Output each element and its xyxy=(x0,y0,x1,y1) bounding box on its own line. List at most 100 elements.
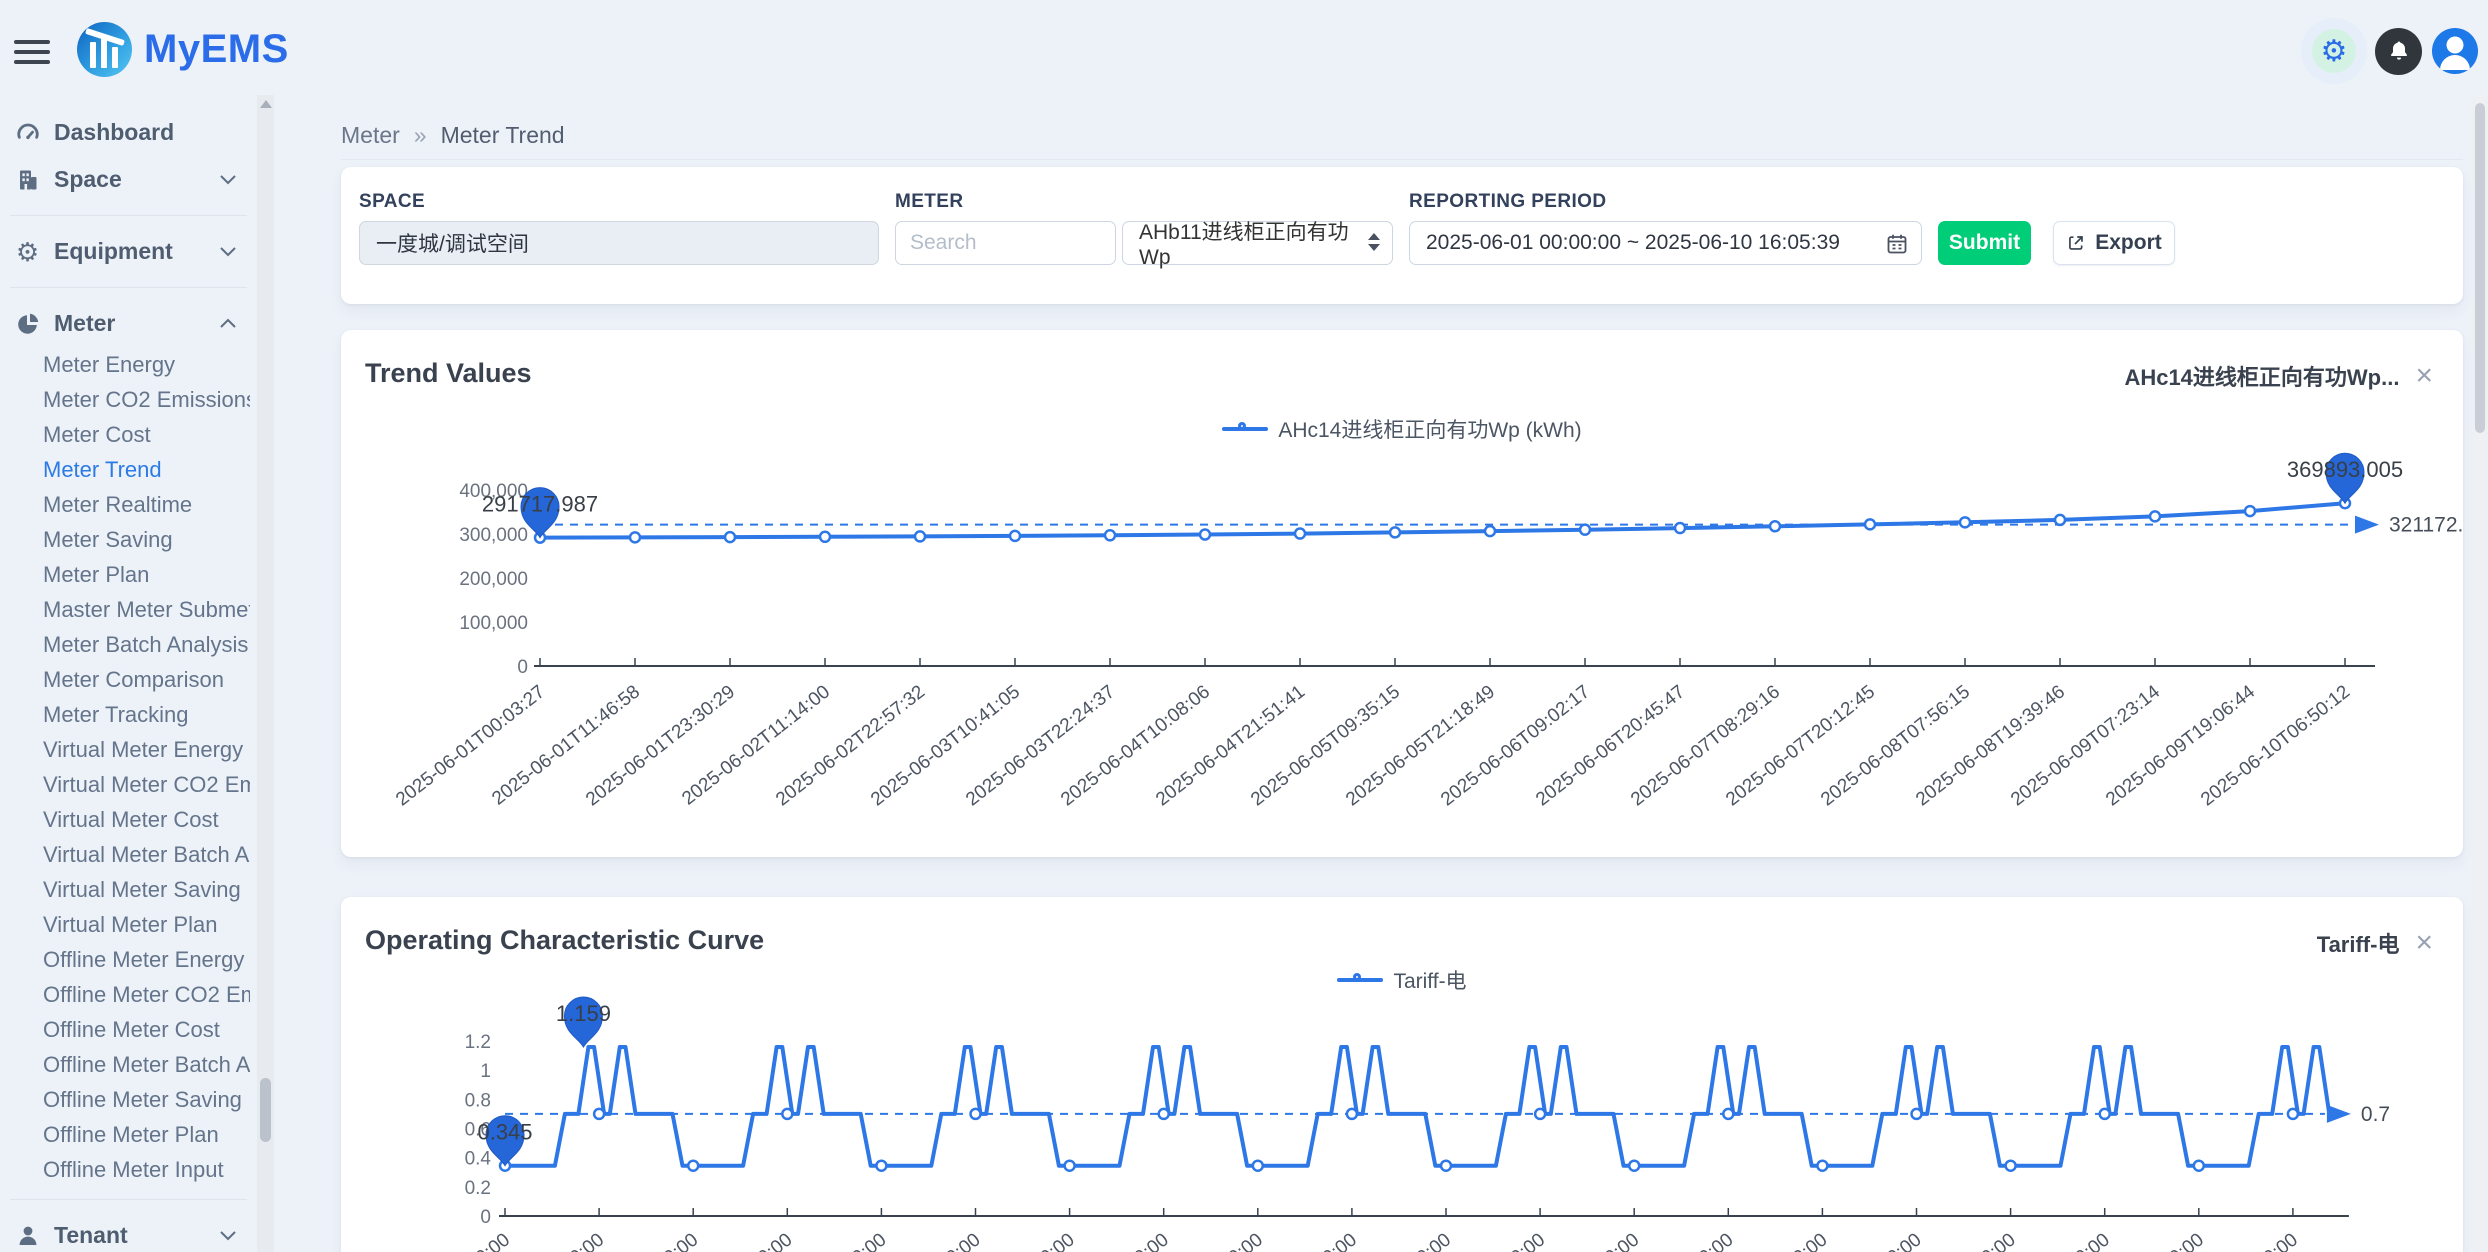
svg-text:0: 0 xyxy=(517,657,528,678)
svg-text:2025-06-01T00:00:00: 2025-06-01T00:00:00 xyxy=(357,1229,514,1252)
reporting-period-label: REPORTING PERIOD xyxy=(1409,191,1606,213)
sidebar-item-tenant[interactable]: Tenant xyxy=(0,1212,257,1252)
sidebar-subitem-meter-batch-analysis[interactable]: Meter Batch Analysis xyxy=(0,627,250,662)
sidebar-divider xyxy=(10,1199,247,1200)
svg-text:0.4: 0.4 xyxy=(465,1149,492,1170)
sidebar-subitem-virtual-meter-saving[interactable]: Virtual Meter Saving xyxy=(0,872,250,907)
svg-text:2025-06-03T12:00:00: 2025-06-03T12:00:00 xyxy=(828,1229,985,1252)
meter-label: METER xyxy=(895,191,964,213)
sidebar-subitem-virtual-meter-co2-emissions[interactable]: Virtual Meter CO2 Emissions xyxy=(0,767,250,802)
chevron-down-icon xyxy=(219,246,237,257)
submit-button[interactable]: Submit xyxy=(1938,221,2031,265)
space-label: SPACE xyxy=(359,191,425,213)
export-button[interactable]: Export xyxy=(2053,221,2175,265)
svg-text:2025-06-03T00:00:00: 2025-06-03T00:00:00 xyxy=(734,1229,891,1252)
sidebar-item-meter[interactable]: Meter xyxy=(0,300,257,347)
sidebar-subitem-offline-meter-input[interactable]: Offline Meter Input xyxy=(0,1152,250,1187)
svg-text:291717.987: 291717.987 xyxy=(482,492,598,517)
sidebar-subitem-meter-plan[interactable]: Meter Plan xyxy=(0,557,250,592)
sidebar-subitem-offline-meter-plan[interactable]: Offline Meter Plan xyxy=(0,1117,250,1152)
sidebar-item-label: Space xyxy=(54,166,122,193)
sidebar-subitem-virtual-meter-plan[interactable]: Virtual Meter Plan xyxy=(0,907,250,942)
bell-icon xyxy=(2387,39,2411,63)
svg-text:2025-06-06T00:00:00: 2025-06-06T00:00:00 xyxy=(1298,1229,1455,1252)
sidebar-item-equipment[interactable]: ⚙ Equipment xyxy=(0,228,257,275)
person-icon xyxy=(2432,28,2478,74)
hamburger-menu-icon[interactable] xyxy=(14,40,52,66)
header-actions: ⚙ xyxy=(2301,18,2478,84)
occ-card: Operating Characteristic Curve Tariff-电 … xyxy=(341,897,2463,1252)
svg-text:2025-06-07T00:00:00: 2025-06-07T00:00:00 xyxy=(1486,1229,1643,1252)
svg-text:2025-06-07T12:00:00: 2025-06-07T12:00:00 xyxy=(1580,1229,1737,1252)
sidebar-item-space[interactable]: Space xyxy=(0,156,257,203)
sidebar-subitem-virtual-meter-cost[interactable]: Virtual Meter Cost xyxy=(0,802,250,837)
meter-select-value: AHb11进线柜正向有功Wp xyxy=(1139,216,1358,270)
svg-text:2025-06-09T00:00:00: 2025-06-09T00:00:00 xyxy=(1863,1229,2020,1252)
svg-text:2025-06-06T12:00:00: 2025-06-06T12:00:00 xyxy=(1392,1229,1549,1252)
meter-search-input[interactable] xyxy=(895,221,1116,265)
myems-app: MyEMS ⚙ Dashboard Space ⚙ Equipment Meter Met… xyxy=(0,0,2488,1252)
svg-text:2025-06-05T00:00:00: 2025-06-05T00:00:00 xyxy=(1110,1229,1267,1252)
filter-panel: SPACE METER AHb11进线柜正向有功Wp REPORTING PER… xyxy=(341,167,2463,304)
sidebar-subitem-meter-realtime[interactable]: Meter Realtime xyxy=(0,487,250,522)
svg-text:0.2: 0.2 xyxy=(465,1178,491,1199)
trend-values-card: Trend Values AHc14进线柜正向有功Wp... × AHc14进线… xyxy=(341,330,2463,857)
svg-text:369893.005: 369893.005 xyxy=(2287,457,2403,482)
sidebar-item-dashboard[interactable]: Dashboard xyxy=(0,109,257,156)
svg-text:100,000: 100,000 xyxy=(459,613,528,634)
reporting-period-input[interactable]: 2025-06-01 00:00:00 ~ 2025-06-10 16:05:3… xyxy=(1409,221,1922,265)
meter-select[interactable]: AHb11进线柜正向有功Wp xyxy=(1122,221,1393,265)
trend-chart: 0100,000200,000300,000400,0002025-06-01T… xyxy=(341,330,2463,857)
svg-text:1.2: 1.2 xyxy=(465,1032,491,1053)
select-arrows-icon xyxy=(1368,233,1380,251)
sidebar-nav: Dashboard Space ⚙ Equipment Meter Meter Energ… xyxy=(0,95,274,1252)
space-input[interactable] xyxy=(359,221,879,265)
notifications-bell-icon[interactable] xyxy=(2375,28,2422,75)
chevron-down-icon xyxy=(219,174,237,185)
breadcrumb-separator: » xyxy=(414,122,427,149)
sidebar-scrollbar[interactable] xyxy=(257,95,274,1252)
brand-logo[interactable]: MyEMS xyxy=(77,22,289,77)
svg-text:0: 0 xyxy=(480,1207,491,1228)
svg-text:321172.73: 321172.73 xyxy=(2389,514,2463,537)
sidebar-subitem-offline-meter-cost[interactable]: Offline Meter Cost xyxy=(0,1012,250,1047)
sidebar-subitem-meter-energy[interactable]: Meter Energy xyxy=(0,347,250,382)
breadcrumb-meter[interactable]: Meter xyxy=(341,122,400,149)
sidebar-item-label: Meter xyxy=(54,310,115,337)
sidebar-divider xyxy=(10,215,247,216)
sidebar-scrollbar-thumb[interactable] xyxy=(260,1078,271,1142)
sidebar-subitem-virtual-meter-batch-analysis[interactable]: Virtual Meter Batch Analysis xyxy=(0,837,250,872)
sidebar-subitem-virtual-meter-energy[interactable]: Virtual Meter Energy xyxy=(0,732,250,767)
user-avatar[interactable] xyxy=(2432,28,2478,74)
sidebar-subitem-meter-trend[interactable]: Meter Trend xyxy=(0,452,250,487)
svg-text:2025-06-10T12:00:00: 2025-06-10T12:00:00 xyxy=(2145,1229,2302,1252)
page-scrollbar-thumb[interactable] xyxy=(2475,103,2485,433)
sidebar-subitem-meter-comparison[interactable]: Meter Comparison xyxy=(0,662,250,697)
svg-text:0.345: 0.345 xyxy=(477,1120,532,1145)
settings-gear-icon[interactable]: ⚙ xyxy=(2312,29,2356,73)
export-icon xyxy=(2066,233,2086,253)
page-scrollbar[interactable] xyxy=(2472,95,2488,1252)
sidebar-subitem-meter-saving[interactable]: Meter Saving xyxy=(0,522,250,557)
svg-text:300,000: 300,000 xyxy=(459,525,528,546)
sidebar-subitem-master-meter-submeters-balance[interactable]: Master Meter Submeters Balance xyxy=(0,592,250,627)
sidebar-subitem-meter-tracking[interactable]: Meter Tracking xyxy=(0,697,250,732)
breadcrumb-meter-trend: Meter Trend xyxy=(441,122,565,149)
gear-icon: ⚙ xyxy=(14,239,41,265)
pie-icon xyxy=(14,312,41,336)
svg-text:2025-06-02T00:00:00: 2025-06-02T00:00:00 xyxy=(545,1229,702,1252)
reporting-period-value: 2025-06-01 00:00:00 ~ 2025-06-10 16:05:3… xyxy=(1426,231,1840,255)
sidebar-subitem-offline-meter-batch-analysis[interactable]: Offline Meter Batch Analysis xyxy=(0,1047,250,1082)
sidebar-subitem-meter-cost[interactable]: Meter Cost xyxy=(0,417,250,452)
svg-text:2025-06-09T12:00:00: 2025-06-09T12:00:00 xyxy=(1957,1229,2114,1252)
sidebar-item-label: Tenant xyxy=(54,1222,128,1249)
sidebar-subitem-offline-meter-energy[interactable]: Offline Meter Energy xyxy=(0,942,250,977)
person-icon xyxy=(14,1224,41,1248)
svg-text:0.7: 0.7 xyxy=(2361,1103,2390,1126)
scroll-up-arrow-icon[interactable] xyxy=(260,100,272,108)
sidebar-subitem-offline-meter-co2-emissions[interactable]: Offline Meter CO2 Emissions xyxy=(0,977,250,1012)
sidebar-item-label: Equipment xyxy=(54,238,173,265)
svg-text:2025-06-04T00:00:00: 2025-06-04T00:00:00 xyxy=(922,1229,1079,1252)
sidebar-subitem-offline-meter-saving[interactable]: Offline Meter Saving xyxy=(0,1082,250,1117)
sidebar-subitem-meter-co2-emissions[interactable]: Meter CO2 Emissions xyxy=(0,382,250,417)
